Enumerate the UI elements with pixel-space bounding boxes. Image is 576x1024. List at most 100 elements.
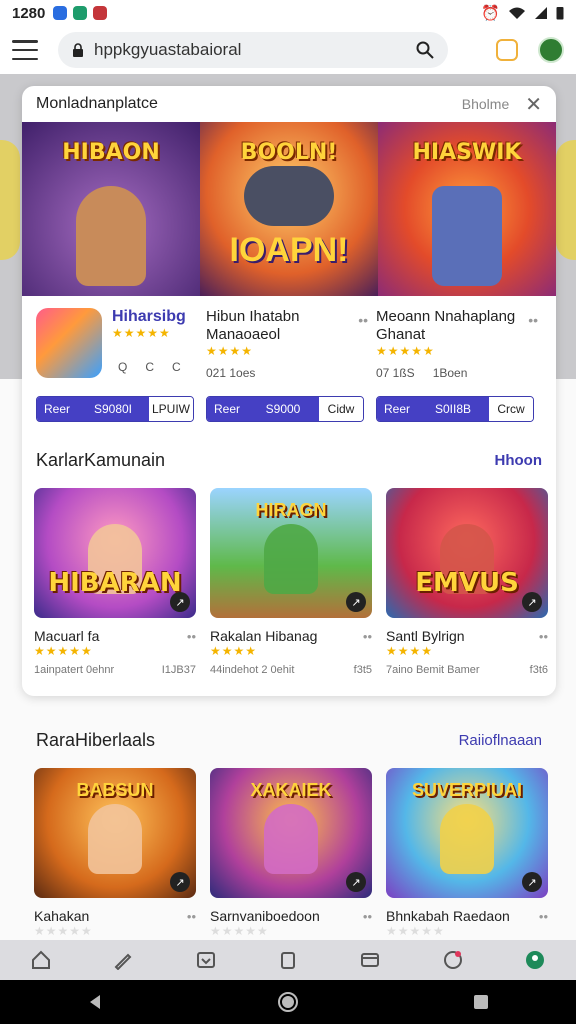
address-bar[interactable]: hppkgyuastabaioral	[58, 32, 448, 68]
share-icon[interactable]: C	[172, 360, 181, 374]
section-see-all-link[interactable]: Hhoon	[495, 452, 542, 469]
more-options-icon[interactable]: ••	[187, 909, 196, 924]
app-meta: 07 1ßS	[376, 366, 415, 380]
section-header: RaraHiberlaals Raiioflnaaan	[22, 720, 556, 760]
character-illustration	[76, 186, 146, 286]
bottom-navigation	[0, 940, 576, 980]
action-button-group[interactable]: Reer S9080I LPUIW	[36, 396, 194, 422]
avatar[interactable]	[538, 37, 564, 63]
action-button[interactable]: S9080I	[77, 397, 149, 421]
battery-icon	[556, 7, 564, 20]
app-subtitle: Ghanat	[376, 326, 426, 343]
card-row: HIBARAN ↗ Macuarl fa •• ★★★★★ 1ainpatert…	[22, 480, 556, 676]
featured-app[interactable]: Hiharsibg ★★★★★ Q C C Reer S9080I LPUIW	[34, 308, 204, 422]
game-thumbnail[interactable]: EMVUS ↗	[386, 488, 548, 618]
inbox-icon[interactable]	[195, 949, 217, 971]
thumbnail-title: HIBARAN	[48, 568, 182, 598]
app-name: Meoann Nnahaplang	[376, 308, 516, 325]
play-icon[interactable]: ↗	[170, 872, 190, 892]
game-thumbnail[interactable]: BABSUN ↗	[34, 768, 196, 898]
game-card[interactable]: SUVERPIUAI ↗ Bhnkabah Raedaon •• ★★★★★	[386, 768, 548, 938]
rating-stars: ★★★★	[386, 644, 434, 658]
section-header: KarlarKamunain Hhoon	[22, 440, 556, 480]
rating-stars: ★★★★	[210, 644, 258, 658]
game-card[interactable]: XAKAIEK ↗ Sarnvaniboedoon •• ★★★★★	[210, 768, 372, 938]
app-icon[interactable]	[36, 308, 102, 378]
more-options-icon[interactable]: ••	[539, 909, 548, 924]
game-thumbnail[interactable]: XAKAIEK ↗	[210, 768, 372, 898]
featured-app[interactable]: •• Hibun Ihatabn Manaoaeol ★★★★ 021 1oes…	[204, 308, 374, 422]
refresh-icon[interactable]: C	[145, 360, 154, 374]
game-name: Macuarl fa	[34, 628, 100, 644]
back-icon[interactable]	[86, 993, 104, 1011]
action-button[interactable]: Reer	[207, 397, 247, 421]
action-button[interactable]: S0II8B	[417, 397, 489, 421]
home-button-icon[interactable]	[277, 991, 299, 1013]
user-icon[interactable]	[524, 949, 546, 971]
play-icon[interactable]: ↗	[170, 592, 190, 612]
recents-icon[interactable]	[472, 993, 490, 1011]
close-icon[interactable]: ✕	[525, 92, 542, 117]
hero-banner[interactable]: HIBAON BOOLN! IOAPN! HIASWIK	[22, 122, 556, 296]
banner-panel[interactable]: HIASWIK	[378, 122, 556, 296]
game-thumbnail[interactable]: HIRAGN ↗	[210, 488, 372, 618]
more-options-icon[interactable]: ••	[358, 312, 368, 328]
search-icon[interactable]	[416, 41, 434, 59]
app-notification-icon	[73, 6, 88, 20]
more-options-icon[interactable]: ••	[363, 909, 372, 924]
modal-header-link[interactable]: Bholme	[462, 96, 509, 112]
section-title: KarlarKamunain	[36, 449, 166, 470]
action-button[interactable]: Cidw	[319, 397, 363, 421]
rating-stars: ★★★★★	[376, 344, 435, 358]
action-button-group[interactable]: Reer S0II8B Crcw	[376, 396, 534, 422]
clipboard-icon[interactable]	[277, 949, 299, 971]
game-thumbnail[interactable]: SUVERPIUAI ↗	[386, 768, 548, 898]
section-see-all-link[interactable]: Raiioflnaaan	[459, 732, 542, 749]
play-icon[interactable]: ↗	[522, 872, 542, 892]
action-button[interactable]: Reer	[37, 397, 77, 421]
modal-header: Monladnanplatce Bholme ✕	[22, 86, 556, 122]
wallet-icon[interactable]	[359, 949, 381, 971]
menu-icon[interactable]	[12, 40, 38, 60]
game-card[interactable]: HIBARAN ↗ Macuarl fa •• ★★★★★ 1ainpatert…	[34, 488, 196, 676]
more-options-icon[interactable]: ••	[363, 629, 372, 644]
banner-panel[interactable]: BOOLN! IOAPN!	[200, 122, 378, 296]
banner-panel[interactable]: HIBAON	[22, 122, 200, 296]
action-button[interactable]: S9000	[247, 397, 319, 421]
app-meta: 1Boen	[432, 366, 468, 380]
more-options-icon[interactable]: ••	[187, 629, 196, 644]
action-button[interactable]: Reer	[377, 397, 417, 421]
section-rare: RaraHiberlaals Raiioflnaaan BABSUN ↗ Kah…	[22, 720, 556, 938]
pen-icon[interactable]	[112, 949, 134, 971]
thumbnail-title: BABSUN	[76, 780, 154, 800]
rating-stars: ★★★★★	[386, 924, 445, 938]
game-name: Rakalan Hibanag	[210, 628, 318, 644]
game-card[interactable]: HIRAGN ↗ Rakalan Hibanag •• ★★★★ 44indeh…	[210, 488, 372, 676]
app-notification-icon	[53, 6, 68, 20]
game-meta: f3t5	[353, 664, 372, 676]
background-shape	[0, 140, 20, 260]
more-options-icon[interactable]: ••	[528, 312, 538, 328]
home-icon[interactable]	[30, 949, 52, 971]
action-button-group[interactable]: Reer S9000 Cidw	[206, 396, 364, 422]
game-card[interactable]: BABSUN ↗ Kahakan •• ★★★★★	[34, 768, 196, 938]
game-card[interactable]: EMVUS ↗ Santl Bylrign •• ★★★★ 7aino Bemi…	[386, 488, 548, 676]
tabs-icon[interactable]	[496, 39, 518, 61]
action-button[interactable]: LPUIW	[149, 397, 193, 421]
play-icon[interactable]: ↗	[522, 592, 542, 612]
search-icon[interactable]: Q	[118, 360, 127, 374]
play-icon[interactable]: ↗	[346, 872, 366, 892]
app-subtitle: Manaoaeol	[206, 326, 281, 343]
lock-icon	[73, 43, 83, 57]
action-button[interactable]: Crcw	[489, 397, 533, 421]
character-illustration	[88, 804, 142, 874]
chart-icon[interactable]	[442, 949, 464, 971]
play-icon[interactable]: ↗	[346, 592, 366, 612]
more-options-icon[interactable]: ••	[539, 629, 548, 644]
background-shape	[556, 140, 576, 260]
wifi-icon	[509, 7, 525, 19]
app-meta: 021 1oes	[206, 366, 256, 380]
game-thumbnail[interactable]: HIBARAN ↗	[34, 488, 196, 618]
banner-subtitle: IOAPN!	[229, 231, 349, 269]
featured-app[interactable]: •• Meoann Nnahaplang Ghanat ★★★★★ 07 1ßS…	[374, 308, 544, 422]
